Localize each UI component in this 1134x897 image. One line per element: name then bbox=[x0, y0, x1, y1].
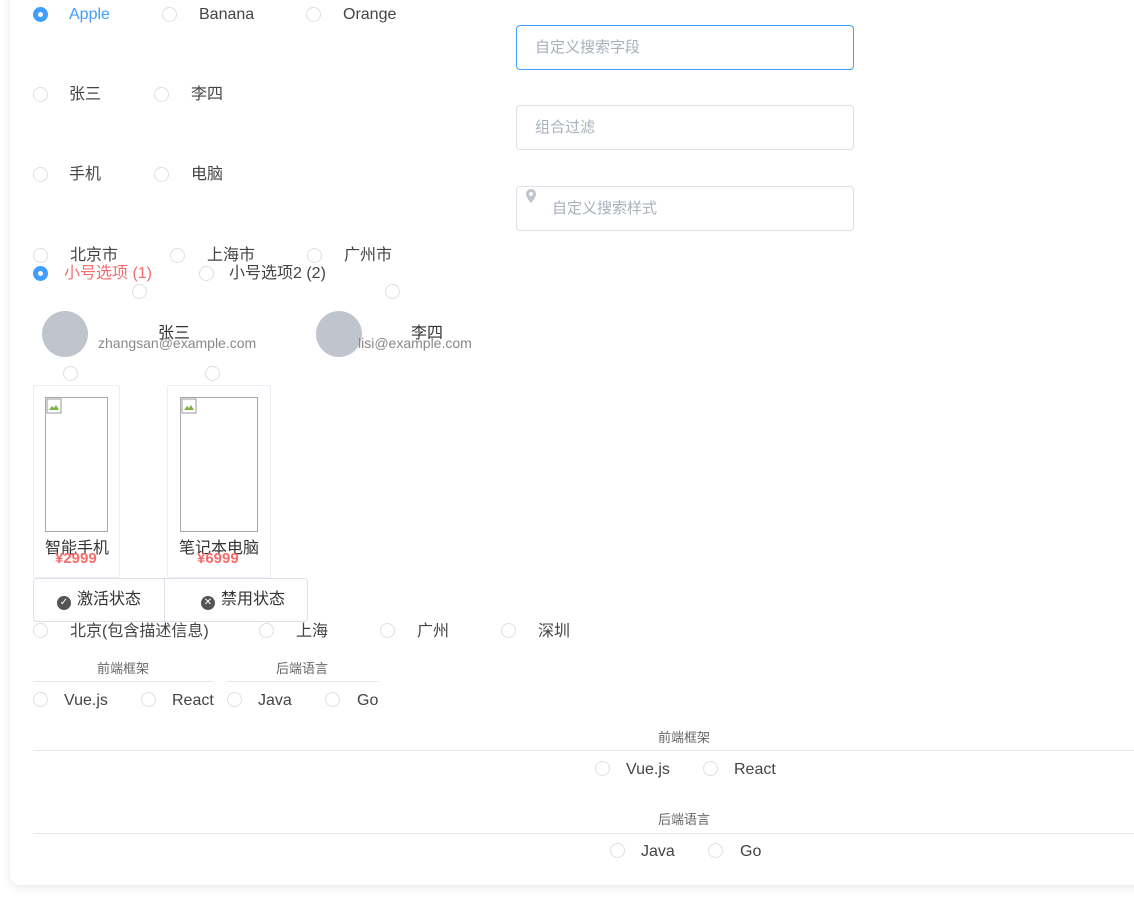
radio-small-option-2-label[interactable]: 小号选项2 (2) bbox=[229, 265, 326, 283]
radio-zhangsan-label[interactable]: 张三 bbox=[69, 86, 101, 104]
check-circle-icon: ✓ bbox=[57, 596, 71, 610]
product-price: ¥2999 bbox=[55, 550, 97, 567]
radio-shanghai[interactable] bbox=[259, 623, 274, 638]
group-divider bbox=[33, 681, 213, 682]
product-image bbox=[180, 397, 258, 532]
radio-product-phone[interactable] bbox=[63, 366, 78, 381]
custom-search-field-placeholder: 自定义搜索字段 bbox=[535, 39, 641, 56]
user-email: lisi@example.com bbox=[358, 335, 472, 351]
combo-filter-input[interactable]: 组合过滤 bbox=[516, 105, 854, 150]
radio-java-label[interactable]: Java bbox=[258, 692, 292, 710]
radio-vuejs-label[interactable]: Vue.js bbox=[64, 692, 108, 710]
disabled-status-label: 禁用状态 bbox=[221, 591, 286, 608]
x-circle-icon: ✕ bbox=[201, 596, 215, 610]
radio-react[interactable] bbox=[141, 692, 156, 707]
radio-java-block-label[interactable]: Java bbox=[641, 843, 675, 861]
group-divider bbox=[33, 833, 1134, 834]
radio-go[interactable] bbox=[325, 692, 340, 707]
radio-small-option-1[interactable] bbox=[33, 266, 48, 281]
radio-shanghai-city[interactable] bbox=[170, 248, 185, 263]
radio-java-block[interactable] bbox=[610, 843, 625, 858]
group-title-frontend: 前端框架 bbox=[97, 661, 150, 676]
radio-beijing-desc-label[interactable]: 北京(包含描述信息) bbox=[70, 623, 209, 641]
group-divider bbox=[33, 750, 1134, 751]
radio-vuejs[interactable] bbox=[33, 692, 48, 707]
radio-shenzhen-label[interactable]: 深圳 bbox=[538, 623, 570, 641]
active-status-button[interactable]: ✓ 激活状态 bbox=[57, 579, 141, 621]
product-image bbox=[45, 397, 108, 532]
radio-java[interactable] bbox=[227, 692, 242, 707]
radio-small-option-2[interactable] bbox=[199, 266, 214, 281]
radio-product-laptop[interactable] bbox=[205, 366, 220, 381]
radio-banana[interactable] bbox=[162, 7, 177, 22]
group-title-frontend-block: 前端框架 bbox=[658, 730, 711, 745]
radio-lisi-label[interactable]: 李四 bbox=[191, 86, 223, 104]
radio-computer-label[interactable]: 电脑 bbox=[191, 166, 223, 184]
radio-go-label[interactable]: Go bbox=[357, 692, 378, 710]
radio-shanghai-city-label[interactable]: 上海市 bbox=[207, 247, 255, 265]
radio-vuejs-block[interactable] bbox=[595, 761, 610, 776]
group-title-backend: 后端语言 bbox=[276, 661, 329, 676]
disabled-status-button[interactable]: ✕ 禁用状态 bbox=[201, 579, 285, 621]
product-price: ¥6999 bbox=[197, 550, 239, 567]
radio-user-zhangsan[interactable] bbox=[132, 284, 147, 299]
radio-beijing-desc[interactable] bbox=[33, 623, 48, 638]
active-status-label: 激活状态 bbox=[77, 591, 142, 608]
broken-image-icon bbox=[181, 398, 197, 414]
avatar bbox=[42, 311, 88, 357]
custom-search-style-input[interactable]: 自定义搜索样式 bbox=[516, 186, 854, 231]
radio-shanghai-label[interactable]: 上海 bbox=[296, 623, 328, 641]
broken-image-icon bbox=[46, 398, 62, 414]
custom-search-style-placeholder: 自定义搜索样式 bbox=[552, 200, 658, 217]
combo-filter-placeholder: 组合过滤 bbox=[535, 119, 596, 136]
radio-go-block-label[interactable]: Go bbox=[740, 843, 761, 861]
radio-user-lisi[interactable] bbox=[385, 284, 400, 299]
radio-phone[interactable] bbox=[33, 167, 48, 182]
radio-go-block[interactable] bbox=[708, 843, 723, 858]
radio-vuejs-block-label[interactable]: Vue.js bbox=[626, 761, 670, 779]
radio-guangzhou-city[interactable] bbox=[307, 248, 322, 263]
radio-shenzhen[interactable] bbox=[501, 623, 516, 638]
avatar bbox=[316, 311, 362, 357]
custom-search-field-input[interactable]: 自定义搜索字段 bbox=[516, 25, 854, 70]
radio-apple-label[interactable]: Apple bbox=[69, 6, 110, 24]
user-email: zhangsan@example.com bbox=[98, 335, 257, 351]
radio-beijing-city[interactable] bbox=[33, 248, 48, 263]
group-title-backend-block: 后端语言 bbox=[658, 812, 711, 827]
group-divider bbox=[227, 681, 379, 682]
radio-banana-label[interactable]: Banana bbox=[199, 6, 254, 24]
radio-guangzhou-label[interactable]: 广州 bbox=[417, 623, 449, 641]
radio-phone-label[interactable]: 手机 bbox=[69, 166, 101, 184]
radio-orange-label[interactable]: Orange bbox=[343, 6, 396, 24]
radio-small-option-1-label[interactable]: 小号选项 (1) bbox=[64, 265, 152, 283]
radio-beijing-city-label[interactable]: 北京市 bbox=[70, 247, 118, 265]
radio-orange[interactable] bbox=[306, 7, 321, 22]
status-button-group: ✓ 激活状态 ✕ 禁用状态 bbox=[33, 578, 308, 622]
radio-lisi[interactable] bbox=[154, 87, 169, 102]
radio-computer[interactable] bbox=[154, 167, 169, 182]
button-divider bbox=[164, 579, 165, 621]
location-pin-icon bbox=[526, 189, 536, 203]
radio-zhangsan[interactable] bbox=[33, 87, 48, 102]
radio-guangzhou-city-label[interactable]: 广州市 bbox=[344, 247, 392, 265]
radio-react-block[interactable] bbox=[703, 761, 718, 776]
radio-apple[interactable] bbox=[33, 7, 48, 22]
radio-react-label[interactable]: React bbox=[172, 692, 214, 710]
radio-guangzhou[interactable] bbox=[380, 623, 395, 638]
radio-react-block-label[interactable]: React bbox=[734, 761, 776, 779]
